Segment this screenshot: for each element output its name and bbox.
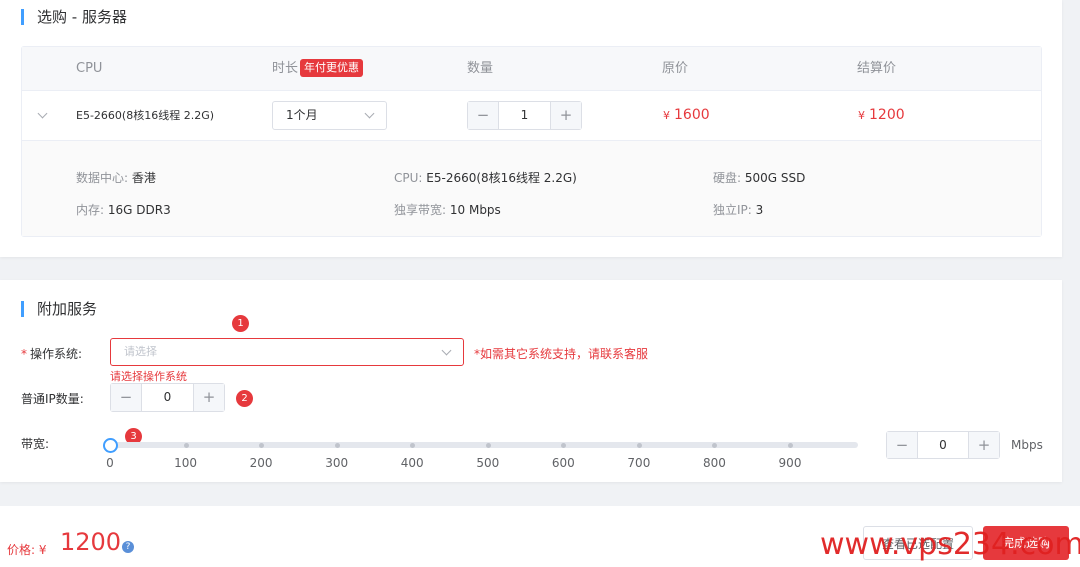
detail-ip-value: 3 [755, 203, 764, 217]
server-card: 选购 - 服务器 CPU 时长 年付更优惠 数量 原价 结算价 E5-2660(8… [0, 0, 1062, 257]
detail-memory-value: 16G DDR3 [107, 203, 171, 217]
bandwidth-minus-button[interactable]: − [887, 432, 918, 458]
chevron-down-icon [441, 345, 452, 356]
quantity-value[interactable]: 1 [498, 102, 551, 129]
total-price-label-text: 价格: [7, 543, 36, 557]
detail-datacenter-value: 香港 [131, 171, 156, 185]
quantity-stepper[interactable]: − 1 + [467, 101, 582, 130]
detail-disk: 硬盘: 500G SSD [713, 169, 805, 186]
bandwidth-stepper[interactable]: − 0 + [886, 431, 1000, 459]
total-price-label: 价格: ¥ [7, 541, 47, 558]
server-detail-panel: 数据中心: 香港 CPU: E5-2660(8核16线程 2.2G) 硬盘: 5… [22, 141, 1041, 236]
slider-tick-label: 500 [476, 456, 500, 470]
detail-memory: 内存: 16G DDR3 [76, 201, 171, 218]
quantity-plus-button[interactable]: + [550, 102, 581, 129]
col-settle-price: 结算价 [857, 61, 897, 76]
slider-stop-dot [259, 443, 265, 448]
slider-tick-label: 100 [174, 456, 197, 470]
detail-datacenter: 数据中心: 香港 [76, 169, 156, 186]
slider-tick-label: 800 [702, 456, 726, 470]
step-badge-1: 1 [232, 315, 249, 332]
addon-section-title: 附加服务 [21, 301, 97, 317]
detail-disk-label: 硬盘: [713, 171, 742, 185]
os-select[interactable]: 请选择 [110, 338, 464, 366]
col-original-price: 原价 [662, 61, 689, 76]
currency-symbol: ¥ [858, 109, 865, 122]
os-hint: *如需其它系统支持，请联系客服 [474, 347, 649, 361]
slider-stop-dot [636, 443, 642, 448]
required-mark: * [21, 347, 27, 361]
os-label: * 操作系统: [21, 345, 82, 362]
settle-price-value: 1200 [869, 107, 905, 123]
bandwidth-slider-track[interactable] [110, 442, 858, 448]
slider-tick-label: 200 [249, 456, 273, 470]
bandwidth-plus-button[interactable]: + [968, 432, 999, 458]
slider-stop-dot [183, 443, 189, 448]
os-placeholder: 请选择 [124, 345, 157, 358]
detail-bandwidth: 独享带宽: 10 Mbps [394, 201, 501, 218]
ip-count-stepper[interactable]: − 0 + [110, 383, 225, 412]
slider-tick-label: 0 [106, 456, 114, 470]
bandwidth-unit: Mbps [1011, 438, 1043, 452]
slider-stop-dot [485, 443, 491, 448]
original-price: ¥1600 [663, 91, 710, 140]
detail-cpu-value: E5-2660(8核16线程 2.2G) [426, 171, 577, 185]
slider-stop-dot [334, 443, 340, 448]
slider-stop-dot [788, 443, 793, 448]
currency-symbol: ¥ [663, 109, 670, 122]
table-row: E5-2660(8核16线程 2.2G) 1个月 − 1 + ¥1600 ¥12… [22, 91, 1041, 141]
ip-count-label: 普通IP数量: [21, 392, 84, 406]
detail-ip-label: 独立IP: [713, 203, 752, 217]
slider-tick-label: 400 [400, 456, 424, 470]
col-cpu: CPU [76, 61, 103, 76]
slider-stop-dot [712, 443, 718, 448]
col-duration: 时长 年付更优惠 [272, 47, 364, 90]
cpu-cell: E5-2660(8核16线程 2.2G) [76, 109, 215, 122]
server-section-title: 选购 - 服务器 [21, 9, 127, 25]
duration-value: 1个月 [286, 108, 318, 122]
detail-cpu: CPU: E5-2660(8核16线程 2.2G) [394, 169, 577, 186]
os-label-text: 操作系统: [30, 347, 83, 361]
step-badge-2: 2 [236, 390, 253, 407]
detail-disk-value: 500G SSD [744, 171, 806, 185]
detail-cpu-label: CPU: [394, 171, 423, 185]
yearly-discount-tag: 年付更优惠 [300, 59, 364, 77]
detail-bandwidth-value: 10 Mbps [449, 203, 501, 217]
bandwidth-slider-handle[interactable] [103, 438, 118, 453]
slider-stop-dot [561, 443, 567, 448]
watermark: www.vps234.com [820, 527, 1080, 562]
total-price: 1200 [60, 528, 122, 556]
detail-bandwidth-label: 独享带宽: [394, 203, 447, 217]
ip-count-value[interactable]: 0 [141, 384, 194, 411]
slider-tick-label: 300 [325, 456, 349, 470]
expand-chevron-icon[interactable] [37, 108, 48, 119]
col-quantity: 数量 [467, 61, 494, 76]
os-error: 请选择操作系统 [110, 370, 187, 383]
chevron-down-icon [364, 108, 375, 119]
detail-ip: 独立IP: 3 [713, 201, 763, 218]
slider-tick-label: 900 [778, 456, 802, 470]
currency-symbol: ¥ [38, 543, 47, 557]
table-header: CPU 时长 年付更优惠 数量 原价 结算价 [22, 47, 1041, 91]
col-duration-label: 时长 [272, 61, 299, 76]
quantity-minus-button[interactable]: − [468, 102, 499, 129]
duration-select[interactable]: 1个月 [272, 101, 387, 130]
ip-plus-button[interactable]: + [193, 384, 224, 411]
original-price-value: 1600 [674, 107, 710, 123]
help-icon[interactable]: ? [122, 541, 134, 553]
slider-stop-dot [410, 443, 416, 448]
slider-tick-label: 700 [627, 456, 651, 470]
detail-memory-label: 内存: [76, 203, 105, 217]
detail-datacenter-label: 数据中心: [76, 171, 129, 185]
slider-tick-label: 600 [551, 456, 575, 470]
bandwidth-value[interactable]: 0 [917, 432, 969, 458]
server-table: CPU 时长 年付更优惠 数量 原价 结算价 E5-2660(8核16线程 2.2… [21, 46, 1042, 237]
bandwidth-label: 带宽: [21, 437, 50, 451]
ip-minus-button[interactable]: − [111, 384, 142, 411]
settle-price: ¥1200 [858, 91, 905, 140]
